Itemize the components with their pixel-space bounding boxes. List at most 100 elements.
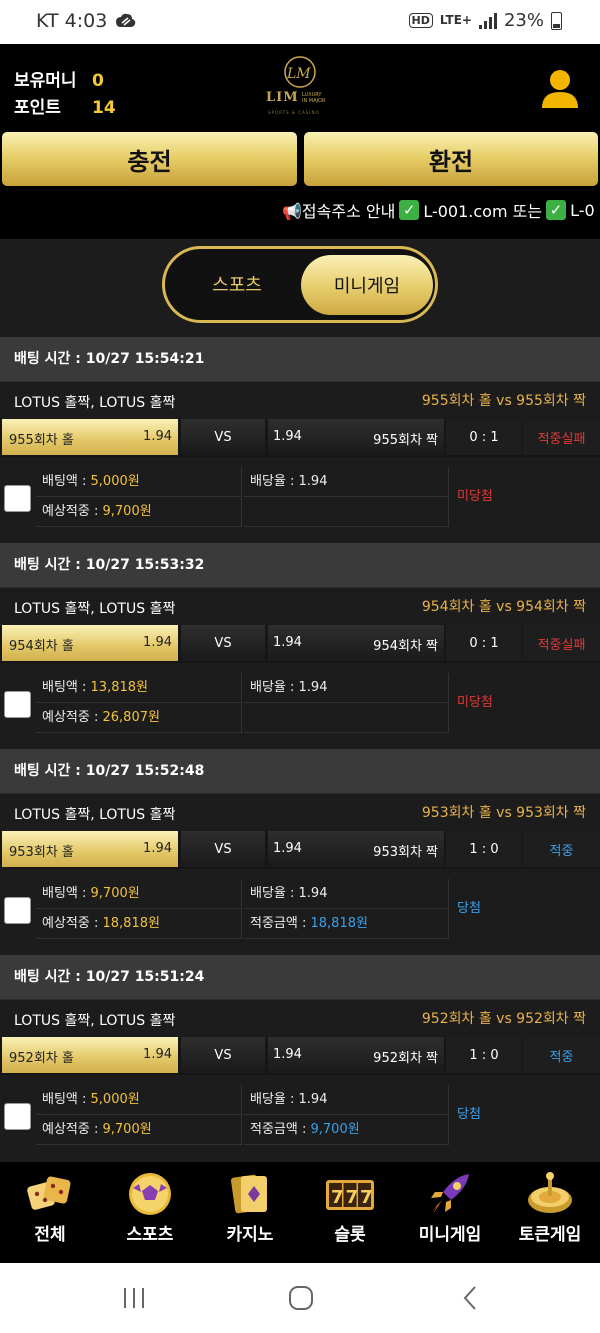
away-odds: 1.94 [273,1047,302,1062]
home-name: 954회차 홀 [9,639,74,654]
result-badge: 적중 [523,1037,600,1073]
expected-amount: 18,818원 [102,916,160,931]
expected-amount: 9,700원 [102,1122,152,1137]
win-amount-cell: 적중금액 : 18,818원 [244,909,448,939]
bet-amount-cell: 배팅액 : 5,000원 [36,1085,242,1115]
points-value: 14 [92,98,116,118]
score: 0 : 1 [446,419,522,455]
vs-label: VS [181,625,265,661]
odds-cell: 배당율 : 1.94 [244,879,448,909]
vs-label: VS [181,419,265,455]
score: 1 : 0 [446,831,522,867]
matchup: 953회차 홀 vs 953회차 짝 [421,805,586,821]
bet-title-row: LOTUS 홀짝, LOTUS 홀짝 955회차 홀 vs 955회차 짝 [0,381,600,419]
charge-button[interactable]: 충전 [2,132,297,186]
bet-select-checkbox[interactable] [4,691,31,718]
bet-card: 배팅 시간 : 10/27 15:51:24 LOTUS 홀짝, LOTUS 홀… [0,955,600,1161]
status-bar: KT 4:03 HD LTE+ 23% [0,0,600,44]
notice-marquee: 📢접속주소 안내 ✓ L-001.com 또는 ✓ L-0 [282,198,595,222]
category-toggle-area: 스포츠 미니게임 [0,239,600,337]
soccer-ball-icon [129,1173,171,1215]
battery-icon [551,11,562,30]
bet-select-checkbox[interactable] [4,485,31,512]
bet-select-checkbox[interactable] [4,897,31,924]
system-navigation-bar [0,1263,600,1333]
away-pick[interactable]: 1.94 955회차 짝 [268,419,444,455]
game-name: LOTUS 홀짝, LOTUS 홀짝 [14,1013,176,1029]
slot-777-icon: 7 7 7 [326,1180,374,1210]
game-name: LOTUS 홀짝, LOTUS 홀짝 [14,807,176,823]
away-pick[interactable]: 1.94 954회차 짝 [268,625,444,661]
home-pick[interactable]: 955회차 홀 1.94 [2,419,178,455]
battery-percent: 23% [503,10,544,31]
bet-select-checkbox[interactable] [4,1103,31,1130]
site-logo[interactable]: LM LIM LUXURY IN MAJOR SPORTS & CASINO [262,52,338,116]
bet-time: 배팅 시간 : 10/27 15:51:24 [0,955,600,999]
rocket-icon [431,1174,469,1214]
bet-detail: 배팅액 : 5,000원 예상적중 : 9,700원 배당율 : 1.94 적중… [0,1081,600,1149]
nav-minigame[interactable]: 미니게임 [400,1162,500,1263]
away-odds: 1.94 [273,635,302,650]
result-badge: 적중실패 [523,625,600,661]
expected-amount: 26,807원 [102,710,160,725]
nav-sports[interactable]: 스포츠 [100,1162,200,1263]
bet-amount: 5,000원 [90,1092,140,1107]
odds-row: 953회차 홀 1.94 VS 1.94 953회차 짝 1 : 0 적중 [0,831,600,869]
bet-amount-cell: 배팅액 : 9,700원 [36,879,242,909]
user-profile-icon[interactable] [540,68,580,110]
home-pick[interactable]: 953회차 홀 1.94 [2,831,178,867]
carrier-time: KT 4:03 [36,10,108,32]
logo-text: LIM [266,90,299,105]
nav-casino[interactable]: 카지노 [200,1162,300,1263]
balance-label: 보유머니 [14,71,77,91]
expected-win-cell: 예상적중 : 9,700원 [36,497,242,527]
exchange-button[interactable]: 환전 [304,132,598,186]
bet-status: 미당첨 [448,467,600,527]
svg-text:7: 7 [346,1187,359,1208]
away-odds: 1.94 [273,429,302,444]
bet-time: 배팅 시간 : 10/27 15:54:21 [0,337,600,381]
away-name: 955회차 짝 [373,433,438,448]
odds-row: 954회차 홀 1.94 VS 1.94 954회차 짝 0 : 1 적중실패 [0,625,600,663]
nav-token-game[interactable]: 토큰게임 [500,1162,600,1263]
notice-text-1: 📢접속주소 안내 [282,202,396,221]
home-pick[interactable]: 954회차 홀 1.94 [2,625,178,661]
bet-amount: 5,000원 [90,474,140,489]
matchup: 954회차 홀 vs 954회차 짝 [421,599,586,615]
toggle-minigame[interactable]: 미니게임 [301,255,433,315]
expected-win-cell: 예상적중 : 18,818원 [36,909,242,939]
svg-text:LM: LM [286,66,311,82]
away-pick[interactable]: 1.94 953회차 짝 [268,831,444,867]
check-icon: ✓ [399,200,420,220]
recent-apps-icon[interactable] [122,1287,146,1309]
toggle-sports[interactable]: 스포츠 [177,259,297,309]
bet-detail: 배팅액 : 13,818원 예상적중 : 26,807원 배당율 : 1.94 … [0,669,600,737]
nav-all[interactable]: 전체 [0,1162,100,1263]
game-name: LOTUS 홀짝, LOTUS 홀짝 [14,395,176,411]
nav-slot[interactable]: 7 7 7 슬롯 [300,1162,400,1263]
away-pick[interactable]: 1.94 952회차 짝 [268,1037,444,1073]
result-badge: 적중 [523,831,600,867]
away-odds: 1.94 [273,841,302,856]
away-name: 952회차 짝 [373,1051,438,1066]
home-pick[interactable]: 952회차 홀 1.94 [2,1037,178,1073]
signal-icon [478,12,497,29]
home-icon[interactable] [288,1285,314,1311]
bet-title-row: LOTUS 홀짝, LOTUS 홀짝 953회차 홀 vs 953회차 짝 [0,793,600,831]
home-odds: 1.94 [143,841,172,856]
score: 1 : 0 [446,1037,522,1073]
bet-amount: 13,818원 [90,680,148,695]
roulette-icon [528,1172,572,1213]
balance-value: 0 [92,71,104,91]
cloud-icon [116,13,136,27]
vs-label: VS [181,831,265,867]
lte-indicator: LTE+ [439,13,472,27]
bet-status: 당첨 [448,1085,600,1145]
back-icon[interactable] [462,1285,478,1311]
svg-text:7: 7 [331,1187,344,1208]
bet-detail: 배팅액 : 5,000원 예상적중 : 9,700원 배당율 : 1.94 미당… [0,463,600,531]
svg-text:7: 7 [360,1187,373,1208]
win-amount-cell [244,497,448,527]
bet-status: 당첨 [448,879,600,939]
home-odds: 1.94 [143,1047,172,1062]
